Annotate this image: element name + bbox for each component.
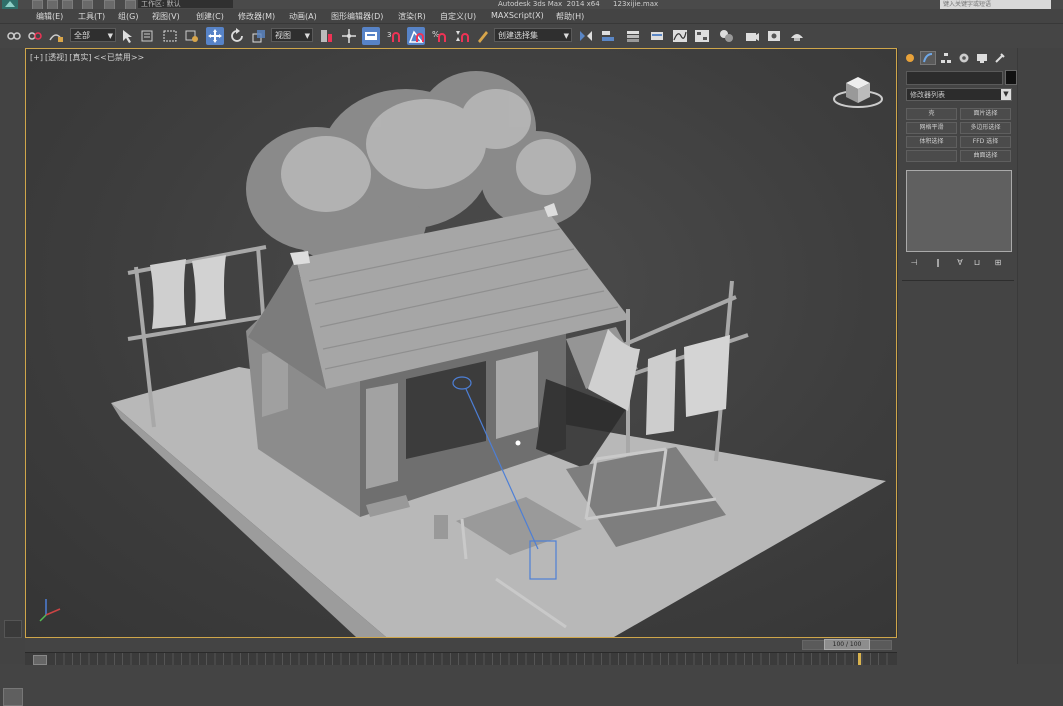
viewport-label[interactable]: [+] [透视] [真实] <<已禁用>> bbox=[30, 52, 146, 63]
view-cube bbox=[833, 77, 883, 108]
unlink-icon[interactable] bbox=[26, 27, 44, 45]
object-color-swatch[interactable] bbox=[1005, 70, 1017, 85]
menu-graph-editors[interactable]: 图形编辑器(D) bbox=[331, 11, 383, 22]
right-gutter bbox=[1017, 48, 1063, 664]
viewport-point-of-view[interactable]: [透视] bbox=[45, 53, 67, 62]
viewport-navigation-icon[interactable] bbox=[4, 620, 22, 638]
poly-select-button[interactable]: 多边形选择 bbox=[960, 122, 1011, 134]
remove-modifier-icon[interactable]: ⊔ bbox=[971, 258, 983, 268]
configure-modifier-sets-icon[interactable]: ⊞ bbox=[992, 258, 1004, 268]
select-object-icon[interactable] bbox=[119, 27, 137, 45]
create-tab-icon[interactable] bbox=[902, 51, 918, 65]
viewport-status: <<已禁用>> bbox=[93, 53, 145, 62]
snap-3d-icon[interactable]: 3 bbox=[385, 27, 403, 45]
menu-create[interactable]: 创建(C) bbox=[196, 11, 224, 22]
utilities-tab-icon[interactable] bbox=[992, 51, 1008, 65]
surface-select-button[interactable]: 曲面选择 bbox=[960, 150, 1011, 162]
track-bar-ticks bbox=[55, 653, 895, 665]
meshsmooth-button[interactable]: 网格平滑 bbox=[906, 122, 957, 134]
percent-snap-icon[interactable]: % bbox=[430, 27, 448, 45]
main-toolbar: 全部 ▼ 视图 ▼ 3 % 创建选择集 ▼ bbox=[0, 24, 1063, 49]
menu-modifiers[interactable]: 修改器(M) bbox=[238, 11, 275, 22]
workspace-select[interactable]: 工作区: 默认 bbox=[138, 0, 233, 8]
rendered-frame-icon[interactable] bbox=[765, 27, 783, 45]
modifier-stack-list[interactable] bbox=[906, 170, 1012, 252]
menu-animation[interactable]: 动画(A) bbox=[289, 11, 317, 22]
hanging-cloth bbox=[192, 255, 226, 323]
menu-views[interactable]: 视图(V) bbox=[152, 11, 180, 22]
perspective-viewport[interactable]: [+] [透视] [真实] <<已禁用>> bbox=[25, 48, 897, 638]
spinner-snap-icon[interactable] bbox=[452, 27, 470, 45]
ribbon-icon[interactable] bbox=[648, 27, 666, 45]
viewport-shading[interactable]: [真实] bbox=[69, 53, 91, 62]
modifier-list-select[interactable]: 修改器列表 ▼ bbox=[906, 88, 1012, 101]
svg-text:3: 3 bbox=[387, 31, 391, 39]
link-icon[interactable] bbox=[5, 27, 23, 45]
window-crossing-icon[interactable] bbox=[183, 27, 201, 45]
menu-bar: 编辑(E) 工具(T) 组(G) 视图(V) 创建(C) 修改器(M) 动画(A… bbox=[0, 9, 1063, 24]
render-setup-icon[interactable] bbox=[743, 27, 761, 45]
named-selection-select[interactable]: 创建选择集 ▼ bbox=[494, 28, 572, 42]
hanging-cloth bbox=[150, 259, 186, 329]
patch-select-button[interactable]: 面片选择 bbox=[960, 108, 1011, 120]
curve-editor-icon[interactable] bbox=[671, 27, 689, 45]
bind-space-warp-icon[interactable] bbox=[47, 27, 65, 45]
axis-tripod bbox=[39, 599, 61, 622]
select-rotate-icon[interactable] bbox=[228, 27, 246, 45]
hanging-cloth bbox=[684, 335, 730, 417]
menu-rendering[interactable]: 渲染(R) bbox=[398, 11, 426, 22]
mirror-icon[interactable] bbox=[577, 27, 595, 45]
track-bar[interactable] bbox=[25, 652, 897, 665]
empty-modifier-button[interactable] bbox=[906, 150, 957, 162]
viewport-menu-plus[interactable]: [+] bbox=[30, 53, 43, 62]
scene-render[interactable] bbox=[26, 49, 896, 637]
window-title: Autodesk 3ds Max 2014 x64 123xijie.max bbox=[498, 0, 659, 8]
align-icon[interactable] bbox=[599, 27, 617, 45]
panel-divider bbox=[902, 280, 1014, 281]
object-name-field[interactable] bbox=[906, 71, 1003, 85]
layer-manager-icon[interactable] bbox=[624, 27, 642, 45]
menu-edit[interactable]: 编辑(E) bbox=[36, 11, 63, 22]
keyboard-shortcut-icon[interactable] bbox=[362, 27, 380, 45]
render-production-icon[interactable] bbox=[788, 27, 806, 45]
edit-named-selection-icon[interactable] bbox=[474, 27, 492, 45]
shell-modifier-button[interactable]: 壳 bbox=[906, 108, 957, 120]
pin-stack-icon[interactable]: ⊣ bbox=[908, 258, 920, 268]
select-manipulate-icon[interactable] bbox=[340, 27, 358, 45]
menu-tools[interactable]: 工具(T) bbox=[78, 11, 105, 22]
maxscript-listener-icon[interactable] bbox=[3, 688, 23, 706]
app-logo-icon[interactable] bbox=[2, 0, 18, 9]
select-move-icon[interactable] bbox=[206, 27, 224, 45]
left-side-strip bbox=[0, 48, 25, 706]
schematic-view-icon[interactable] bbox=[693, 27, 711, 45]
motion-tab-icon[interactable] bbox=[956, 51, 972, 65]
volume-select-button[interactable]: 体积选择 bbox=[906, 136, 957, 148]
modify-tab-icon[interactable] bbox=[920, 51, 936, 65]
angle-snap-icon[interactable] bbox=[407, 27, 425, 45]
menu-group[interactable]: 组(G) bbox=[118, 11, 138, 22]
show-end-result-icon[interactable]: ‖ bbox=[932, 258, 944, 268]
select-by-name-icon[interactable] bbox=[139, 27, 157, 45]
hierarchy-tab-icon[interactable] bbox=[938, 51, 954, 65]
pivot-icon[interactable] bbox=[317, 27, 335, 45]
make-unique-icon[interactable]: ∀ bbox=[954, 258, 966, 268]
menu-customize[interactable]: 自定义(U) bbox=[440, 11, 476, 22]
rectangle-region-icon[interactable] bbox=[161, 27, 179, 45]
select-scale-icon[interactable] bbox=[250, 27, 268, 45]
reference-coord-select[interactable]: 视图 ▼ bbox=[271, 28, 313, 42]
time-slider[interactable]: 100 / 100 bbox=[824, 639, 870, 650]
menu-help[interactable]: 帮助(H) bbox=[556, 11, 584, 22]
time-slider-bar: 100 / 100 bbox=[25, 638, 897, 652]
ffd-select-button[interactable]: FFD 选择 bbox=[960, 136, 1011, 148]
menu-maxscript[interactable]: MAXScript(X) bbox=[491, 11, 544, 20]
command-panel: 修改器列表 ▼ 壳 面片选择 网格平滑 多边形选择 体积选择 FFD 选择 曲面选… bbox=[897, 48, 1018, 638]
display-tab-icon[interactable] bbox=[974, 51, 990, 65]
material-editor-icon[interactable] bbox=[717, 27, 735, 45]
selection-filter-select[interactable]: 全部 ▼ bbox=[70, 28, 116, 42]
current-frame-marker[interactable] bbox=[858, 653, 861, 665]
hanging-cloth bbox=[646, 349, 676, 435]
